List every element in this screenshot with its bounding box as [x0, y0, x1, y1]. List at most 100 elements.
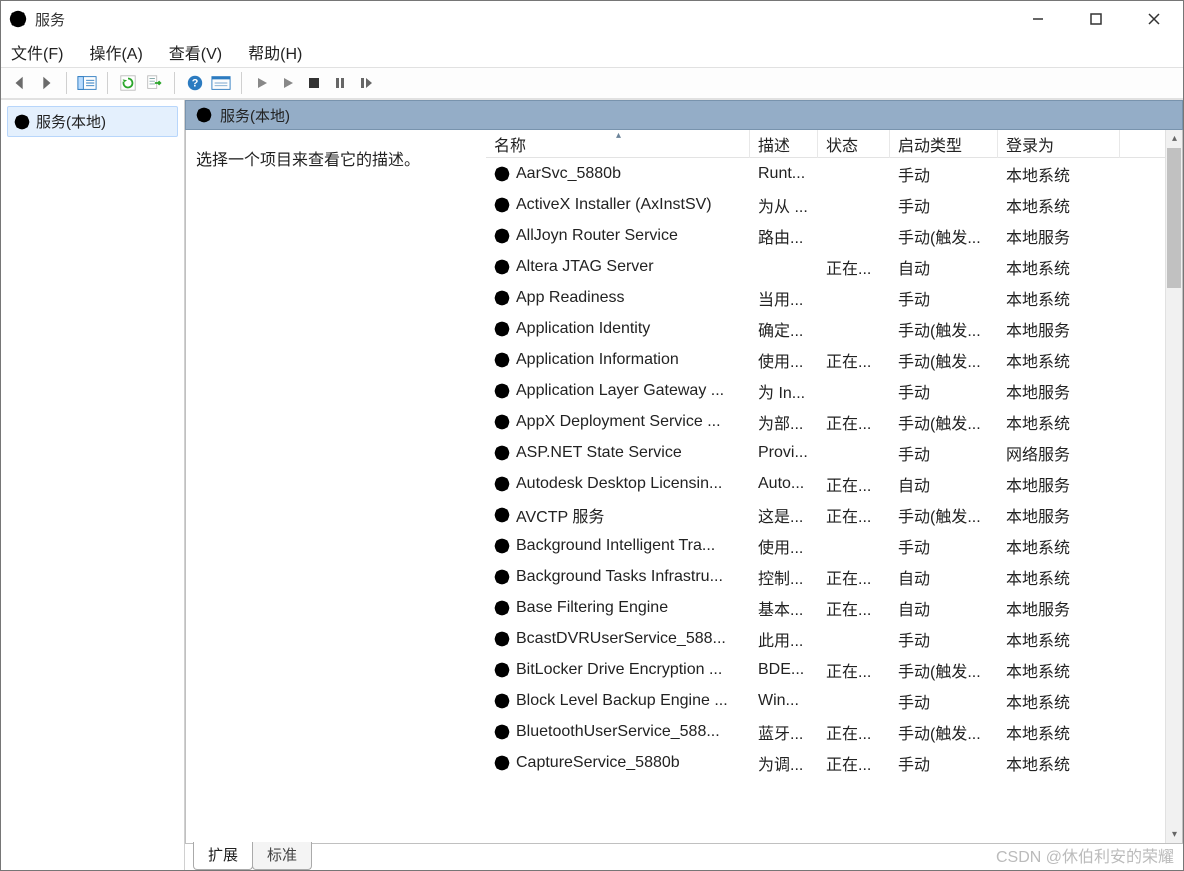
- service-login: 本地系统: [998, 255, 1120, 279]
- service-name: Background Tasks Infrastru...: [516, 568, 723, 586]
- forward-button[interactable]: [33, 70, 59, 96]
- export-button[interactable]: [141, 70, 167, 96]
- tab-extended[interactable]: 扩展: [193, 842, 253, 870]
- service-login: 本地系统: [998, 565, 1120, 589]
- tree-item-services-local[interactable]: 服务(本地): [7, 106, 178, 137]
- table-row[interactable]: BluetoothUserService_588...蓝牙...正在...手动(…: [486, 716, 1182, 747]
- service-name-cell: AVCTP 服务: [486, 503, 750, 527]
- gear-icon: [494, 507, 510, 523]
- pause-service-button[interactable]: [327, 70, 353, 96]
- gear-icon: [14, 114, 30, 130]
- service-name-cell: AarSvc_5880b: [486, 165, 750, 183]
- service-login: 本地系统: [998, 193, 1120, 217]
- service-login: 本地系统: [998, 286, 1120, 310]
- service-name-cell: Application Identity: [486, 320, 750, 338]
- service-name: BitLocker Drive Encryption ...: [516, 661, 722, 679]
- service-name: App Readiness: [516, 289, 625, 307]
- scroll-down-icon[interactable]: ▾: [1166, 826, 1183, 843]
- scroll-up-icon[interactable]: ▴: [1166, 130, 1183, 147]
- service-description: BDE...: [750, 661, 818, 679]
- service-name-cell: Application Information: [486, 351, 750, 369]
- table-row[interactable]: AppX Deployment Service ...为部...正在...手动(…: [486, 406, 1182, 437]
- service-name-cell: BitLocker Drive Encryption ...: [486, 661, 750, 679]
- service-name-cell: Block Level Backup Engine ...: [486, 692, 750, 710]
- service-name-cell: Application Layer Gateway ...: [486, 382, 750, 400]
- table-row[interactable]: Application Layer Gateway ...为 In... 手动本地…: [486, 375, 1182, 406]
- service-login: 本地服务: [998, 472, 1120, 496]
- scroll-thumb[interactable]: [1167, 148, 1181, 288]
- back-button[interactable]: [7, 70, 33, 96]
- service-name: AarSvc_5880b: [516, 165, 621, 183]
- service-name: ActiveX Installer (AxInstSV): [516, 196, 712, 214]
- table-row[interactable]: BcastDVRUserService_588...此用...手动本地系统: [486, 623, 1182, 654]
- service-name-cell: ActiveX Installer (AxInstSV): [486, 196, 750, 214]
- service-name: ASP.NET State Service: [516, 444, 682, 462]
- column-header-description[interactable]: 描述: [750, 130, 818, 158]
- column-header-startup[interactable]: 启动类型: [890, 130, 998, 158]
- column-header-login[interactable]: 登录为: [998, 130, 1120, 158]
- gear-icon: [494, 197, 510, 213]
- service-login: 本地系统: [998, 751, 1120, 775]
- table-row[interactable]: ASP.NET State ServiceProvi...手动网络服务: [486, 437, 1182, 468]
- table-row[interactable]: Autodesk Desktop Licensin...Auto...正在...…: [486, 468, 1182, 499]
- table-row[interactable]: App Readiness当用...手动本地系统: [486, 282, 1182, 313]
- table-row[interactable]: Background Intelligent Tra...使用...手动本地系统: [486, 530, 1182, 561]
- table-row[interactable]: AarSvc_5880bRunt...手动本地系统: [486, 158, 1182, 189]
- show-hide-tree-button[interactable]: [74, 70, 100, 96]
- table-row[interactable]: AllJoyn Router Service路由...手动(触发...本地服务: [486, 220, 1182, 251]
- service-description: 确定...: [750, 317, 818, 341]
- help-button[interactable]: ?: [182, 70, 208, 96]
- tab-standard[interactable]: 标准: [252, 842, 312, 870]
- service-login: 本地系统: [998, 658, 1120, 682]
- service-description: 此用...: [750, 627, 818, 651]
- table-row[interactable]: AVCTP 服务这是...正在...手动(触发...本地服务: [486, 499, 1182, 530]
- restart-service-button[interactable]: [353, 70, 379, 96]
- service-name-cell: AppX Deployment Service ...: [486, 413, 750, 431]
- service-description: 为调...: [750, 751, 818, 775]
- maximize-button[interactable]: [1067, 1, 1125, 37]
- service-startup: 手动: [890, 379, 998, 403]
- table-row[interactable]: Base Filtering Engine基本...正在...自动本地服务: [486, 592, 1182, 623]
- menu-help[interactable]: 帮助(H): [248, 40, 302, 64]
- service-status: 正在...: [818, 348, 890, 372]
- service-name-cell: Base Filtering Engine: [486, 599, 750, 617]
- column-header-status[interactable]: 状态: [818, 130, 890, 158]
- gear-icon: [494, 445, 510, 461]
- menu-action[interactable]: 操作(A): [89, 40, 142, 64]
- table-row[interactable]: Altera JTAG Server正在...自动本地系统: [486, 251, 1182, 282]
- table-row[interactable]: Application Identity确定...手动(触发...本地服务: [486, 313, 1182, 344]
- table-row[interactable]: Background Tasks Infrastru...控制...正在...自…: [486, 561, 1182, 592]
- close-button[interactable]: [1125, 1, 1183, 37]
- service-login: 本地服务: [998, 503, 1120, 527]
- table-row[interactable]: ActiveX Installer (AxInstSV)为从 ...手动本地系统: [486, 189, 1182, 220]
- right-body: 选择一个项目来查看它的描述。 名称 ▴ 描述 状态 启动类型 登录为 AarSv…: [185, 130, 1183, 844]
- service-description: 路由...: [750, 224, 818, 248]
- refresh-button[interactable]: [115, 70, 141, 96]
- menu-file[interactable]: 文件(F): [11, 40, 63, 64]
- service-list: 名称 ▴ 描述 状态 启动类型 登录为 AarSvc_5880bRunt...手…: [486, 130, 1182, 843]
- titlebar[interactable]: 服务: [1, 1, 1183, 37]
- start-service-button[interactable]: [249, 70, 275, 96]
- start-service-alt-button[interactable]: [275, 70, 301, 96]
- table-row[interactable]: Block Level Backup Engine ...Win...手动本地系…: [486, 685, 1182, 716]
- list-header: 名称 ▴ 描述 状态 启动类型 登录为: [486, 130, 1182, 158]
- gear-icon: [494, 414, 510, 430]
- service-name: BluetoothUserService_588...: [516, 723, 720, 741]
- table-row[interactable]: CaptureService_5880b为调...正在...手动本地系统: [486, 747, 1182, 778]
- service-description: 为 In...: [750, 379, 818, 403]
- service-login: 本地系统: [998, 689, 1120, 713]
- service-login: 网络服务: [998, 441, 1120, 465]
- service-description: 控制...: [750, 565, 818, 589]
- vertical-scrollbar[interactable]: ▴ ▾: [1165, 130, 1182, 843]
- service-login: 本地服务: [998, 379, 1120, 403]
- minimize-button[interactable]: [1009, 1, 1067, 37]
- properties-button[interactable]: [208, 70, 234, 96]
- panel-header: 服务(本地): [185, 100, 1183, 130]
- table-row[interactable]: BitLocker Drive Encryption ...BDE...正在..…: [486, 654, 1182, 685]
- table-row[interactable]: Application Information使用...正在...手动(触发..…: [486, 344, 1182, 375]
- stop-service-button[interactable]: [301, 70, 327, 96]
- gear-icon: [494, 352, 510, 368]
- service-login: 本地系统: [998, 162, 1120, 186]
- menu-view[interactable]: 查看(V): [169, 40, 222, 64]
- service-startup: 自动: [890, 472, 998, 496]
